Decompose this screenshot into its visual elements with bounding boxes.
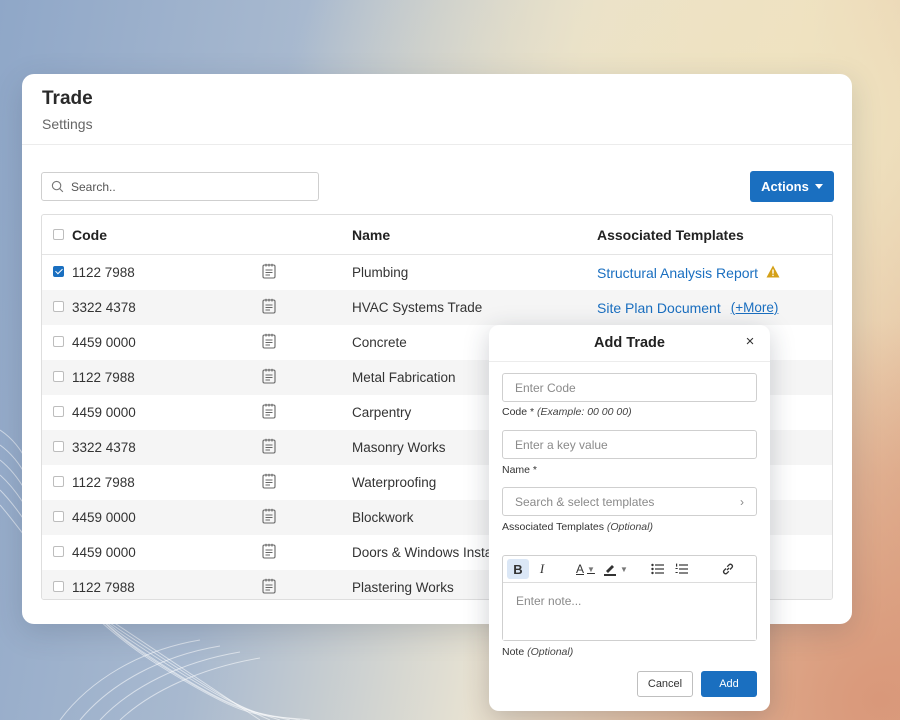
row-code: 1122 7988 [72, 265, 135, 280]
row-code: 1122 7988 [72, 370, 135, 385]
template-link[interactable]: Site Plan Document [597, 300, 721, 316]
template-link[interactable]: Structural Analysis Report [597, 265, 758, 281]
code-label-text: Code * [502, 406, 535, 418]
text-color-icon: A [576, 562, 585, 576]
italic-button[interactable]: I [531, 559, 553, 579]
add-trade-modal: Add Trade × Code * (Example: 00 00 00) N… [489, 325, 770, 711]
notepad-icon[interactable] [262, 368, 276, 384]
table-row[interactable]: 1122 7988 Plumbing Structural Analysis Rep… [42, 255, 832, 290]
column-header-name[interactable]: Name [352, 227, 597, 243]
bold-button[interactable]: B [507, 559, 529, 579]
templates-label: Associated Templates (Optional) [502, 521, 653, 533]
actions-button[interactable]: Actions [750, 171, 834, 202]
note-input[interactable] [503, 583, 756, 640]
templates-hint: (Optional) [606, 521, 653, 533]
column-header-code[interactable]: Code [72, 227, 262, 243]
row-code: 4459 0000 [72, 510, 136, 525]
editor-toolbar: B I A ▼ ▼ [503, 556, 756, 583]
table-row[interactable]: 3322 4378 HVAC Systems Trade Site Plan Doc… [42, 290, 832, 325]
notepad-icon[interactable] [262, 578, 276, 594]
row-name: HVAC Systems Trade [352, 300, 483, 315]
row-checkbox[interactable] [53, 301, 64, 312]
highlight-button[interactable]: ▼ [600, 559, 631, 579]
notepad-icon[interactable] [262, 473, 276, 489]
templates-input[interactable] [515, 494, 740, 509]
modal-header: Add Trade × [489, 325, 770, 362]
row-code: 4459 0000 [72, 545, 136, 560]
page-subtitle: Settings [42, 116, 93, 132]
highlighter-icon [603, 564, 616, 576]
row-checkbox[interactable] [53, 476, 64, 487]
note-editor: B I A ▼ ▼ [502, 555, 757, 641]
row-checkbox[interactable] [53, 511, 64, 522]
text-color-button[interactable]: A ▼ [573, 559, 598, 579]
bullet-list-button[interactable] [647, 559, 669, 579]
column-header-templates[interactable]: Associated Templates [597, 227, 832, 243]
numbered-list-button[interactable] [671, 559, 693, 579]
search-icon [51, 180, 64, 193]
row-checkbox[interactable] [53, 336, 64, 347]
chevron-down-icon: ▼ [619, 564, 628, 574]
caret-down-icon [814, 184, 823, 189]
notepad-icon[interactable] [262, 438, 276, 454]
note-label-text: Note [502, 646, 525, 658]
row-code: 3322 4378 [72, 300, 136, 315]
code-field[interactable] [502, 373, 757, 402]
templates-select[interactable]: › [502, 487, 757, 516]
templates-label-text: Associated Templates [502, 521, 604, 533]
notepad-icon[interactable] [262, 263, 276, 279]
notepad-icon[interactable] [262, 298, 276, 314]
panel-header: Trade Settings [22, 74, 852, 145]
modal-title: Add Trade [594, 335, 665, 351]
row-code: 4459 0000 [72, 405, 136, 420]
numbered-list-icon [675, 563, 689, 574]
chevron-down-icon: ▼ [587, 564, 595, 574]
table-header: Code Name Associated Templates [42, 215, 832, 255]
row-name: Plumbing [352, 265, 409, 280]
row-checkbox[interactable] [53, 371, 64, 382]
select-all-checkbox[interactable] [53, 228, 64, 240]
search-box[interactable] [41, 172, 319, 201]
row-checkbox[interactable] [53, 581, 64, 592]
search-input[interactable] [71, 179, 301, 194]
code-label: Code * (Example: 00 00 00) [502, 406, 632, 418]
code-input[interactable] [515, 380, 744, 395]
row-code: 1122 7988 [72, 475, 135, 490]
name-label: Name * [502, 464, 538, 476]
link-button[interactable] [717, 559, 739, 579]
name-field[interactable] [502, 430, 757, 459]
chevron-right-icon: › [740, 494, 744, 509]
code-hint: (Example: 00 00 00) [537, 406, 632, 418]
row-checkbox[interactable] [53, 406, 64, 417]
row-checkbox[interactable] [53, 546, 64, 557]
notepad-icon[interactable] [262, 508, 276, 524]
page-title: Trade [42, 88, 93, 109]
notepad-icon[interactable] [262, 403, 276, 419]
link-icon [722, 563, 733, 575]
close-icon[interactable]: × [743, 334, 757, 349]
cancel-button[interactable]: Cancel [637, 671, 693, 697]
actions-button-label: Actions [761, 179, 809, 194]
notepad-icon[interactable] [262, 333, 276, 349]
row-checkbox[interactable] [53, 441, 64, 452]
note-label: Note (Optional) [502, 646, 573, 658]
row-code: 1122 7988 [72, 580, 135, 595]
name-input[interactable] [515, 437, 744, 452]
row-checkbox[interactable] [53, 266, 64, 277]
row-code: 4459 0000 [72, 335, 136, 350]
row-code: 3322 4378 [72, 440, 136, 455]
warning-icon[interactable] [766, 265, 780, 281]
notepad-icon[interactable] [262, 543, 276, 559]
more-templates-link[interactable]: (+More) [731, 300, 779, 315]
add-button[interactable]: Add [701, 671, 757, 697]
bullet-list-icon [651, 563, 665, 575]
note-hint: (Optional) [527, 646, 574, 658]
